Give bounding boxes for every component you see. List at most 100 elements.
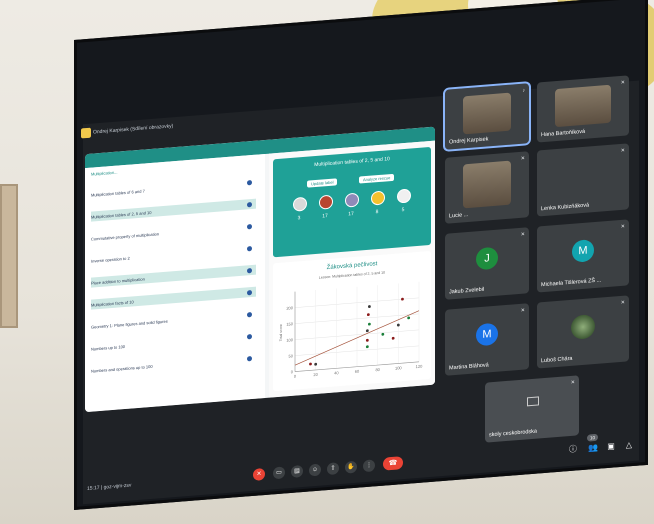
info-icon[interactable] — [247, 289, 252, 295]
info-icon[interactable] — [247, 311, 252, 317]
medal-count: 3 — [297, 215, 301, 222]
lesson-item[interactable]: Place addition to multiplication — [91, 264, 256, 288]
info-icon[interactable]: ⓘ — [567, 443, 579, 456]
medal-icon — [371, 190, 385, 206]
participant-video — [571, 313, 595, 340]
presenter-title: Ondrej Karpisek (Sdílení obrazovky) — [93, 123, 174, 136]
y-tick-label: 200 — [286, 305, 293, 311]
camera-icon[interactable]: ▭ — [273, 466, 285, 480]
chart-card: Žákovská pečlivost Lesson: Multiplicatio… — [273, 250, 431, 392]
lesson-item[interactable]: Multiplication tables of 2, 5 and 10 — [91, 198, 256, 222]
data-point — [391, 336, 395, 340]
present-icon[interactable]: ⇧ — [327, 462, 339, 476]
participant-tile[interactable]: ✕ Luboš Chára — [537, 295, 629, 369]
data-point — [396, 323, 400, 327]
participant-tile[interactable]: M ✕ Martina Bláhová — [445, 303, 529, 376]
lesson-detail: Multiplication tables of 2, 5 and 10 Upd… — [269, 140, 435, 398]
emoji-icon[interactable]: ☺ — [309, 463, 321, 477]
lesson-item-label: Place addition to multiplication — [91, 275, 145, 286]
medal-count: 8 — [375, 209, 379, 216]
participant-tile[interactable]: J ✕ Jakub Zvelebil — [445, 227, 529, 300]
data-point — [407, 316, 411, 320]
lesson-list-heading: Multiplication... — [91, 169, 118, 177]
speaking-icon: ♪ — [522, 87, 526, 94]
participant-name: Martina Bláhová — [449, 362, 489, 372]
people-count-badge: 10 — [587, 433, 598, 442]
avatar: M — [572, 239, 594, 263]
lesson-item[interactable]: Multiplication facts of 10 — [91, 286, 256, 310]
y-tick-label: 150 — [286, 321, 293, 327]
participant-name: Luboš Chára — [541, 355, 573, 365]
info-icon[interactable] — [247, 355, 252, 361]
participant-tile[interactable]: ♪ Ondrej Karpisek — [443, 80, 531, 153]
tv-screen: Ondrej Karpisek (Sdílení obrazovky) Mult… — [74, 0, 648, 511]
meet-window: Ondrej Karpisek (Sdílení obrazovky) Mult… — [81, 75, 639, 505]
mic-muted-icon: ✕ — [520, 155, 525, 162]
lesson-card: Multiplication tables of 2, 5 and 10 Upd… — [273, 146, 431, 258]
people-icon[interactable]: 👥 — [587, 442, 599, 455]
data-point — [366, 313, 370, 317]
raise-hand-icon[interactable]: ✋ — [345, 460, 357, 474]
x-tick-label: 120 — [416, 364, 423, 370]
info-icon[interactable] — [247, 223, 252, 229]
mic-muted-icon: ✕ — [620, 223, 625, 230]
lesson-item[interactable]: Geometry 1: Plane figures and solid figu… — [91, 309, 256, 332]
info-icon[interactable] — [247, 201, 252, 207]
info-icon[interactable] — [247, 267, 252, 273]
lesson-item-label: Multiplication tables of 2, 5 and 10 — [91, 209, 152, 220]
shared-screen: Multiplication... Multiplication tables … — [85, 126, 435, 413]
lesson-item[interactable]: Commutative property of multiplication — [91, 221, 256, 244]
info-icon[interactable] — [247, 245, 252, 251]
chat-icon[interactable]: ▣ — [605, 440, 617, 453]
participant-video — [555, 84, 611, 128]
info-icon[interactable] — [247, 179, 252, 185]
x-tick-label: 0 — [294, 373, 297, 378]
activities-icon[interactable]: △ — [623, 439, 635, 452]
screen-icon — [527, 396, 539, 407]
x-tick-label: 100 — [395, 365, 402, 371]
participant-video — [463, 160, 511, 209]
lesson-item[interactable]: Multiplication tables of 6 and 7 — [91, 177, 256, 200]
participant-tile[interactable]: ✕ skoly ceskobrodska — [485, 375, 579, 443]
x-tick-label: 60 — [355, 368, 360, 373]
lesson-card-title: Multiplication tables of 2, 5 and 10 — [314, 156, 390, 169]
lesson-item-label: Multiplication tables of 6 and 7 — [91, 187, 145, 198]
mic-muted-icon: ✕ — [620, 79, 625, 86]
captions-icon[interactable]: ▤ — [291, 464, 303, 478]
lesson-item[interactable]: Numbers up to 100 — [91, 331, 256, 354]
lesson-item[interactable]: Inverse operation to 2 — [91, 243, 256, 266]
participant-tile[interactable]: ✕ Lucie ... — [445, 151, 529, 224]
update-button[interactable]: Update label — [307, 178, 338, 188]
medal-icon — [293, 196, 307, 212]
participant-name: Hana Bartoňíková — [541, 128, 586, 139]
participant-tile[interactable]: ✕ Hana Bartoňíková — [537, 75, 629, 143]
more-options-icon[interactable]: ⋮ — [363, 459, 375, 473]
lesson-item-label: Commutative property of multiplication — [91, 230, 160, 242]
x-tick-label: 40 — [334, 370, 339, 375]
lesson-item-label: Inverse operation to 2 — [91, 255, 130, 264]
analyze-button[interactable]: Analyze rescue — [359, 173, 395, 184]
participant-name: Ondrej Karpisek — [449, 136, 489, 146]
medal-count: 17 — [322, 213, 328, 220]
mic-off-icon[interactable]: ✕ — [253, 467, 265, 481]
data-point — [401, 297, 404, 301]
lesson-item-label: Numbers up to 100 — [91, 343, 126, 352]
medal-count: 17 — [348, 210, 354, 218]
data-point — [365, 329, 369, 333]
participant-tile[interactable]: ✕ Lenka Kubizňáková — [537, 143, 629, 217]
data-point — [314, 362, 318, 366]
mic-muted-icon: ✕ — [520, 231, 525, 238]
mic-muted-icon: ✕ — [620, 147, 625, 154]
data-point — [365, 345, 369, 349]
end-call-button[interactable]: ☎ — [383, 456, 403, 471]
avatar: J — [476, 246, 498, 271]
participant-name: Michaela Tišlerová ZŠ ... — [541, 277, 602, 289]
participant-tile[interactable]: M ✕ Michaela Tišlerová ZŠ ... — [537, 219, 629, 293]
data-point — [309, 362, 312, 366]
mic-muted-icon: ✕ — [620, 299, 625, 306]
lesson-item[interactable]: Numbers and operations up to 100 — [91, 353, 256, 376]
info-icon[interactable] — [247, 333, 252, 339]
participant-name: Jakub Zvelebil — [449, 286, 485, 296]
scatter-chart: 0501001502000 20 40 60 80 100 120Total score — [279, 281, 423, 379]
participant-name: skoly ceskobrodska — [489, 428, 537, 439]
